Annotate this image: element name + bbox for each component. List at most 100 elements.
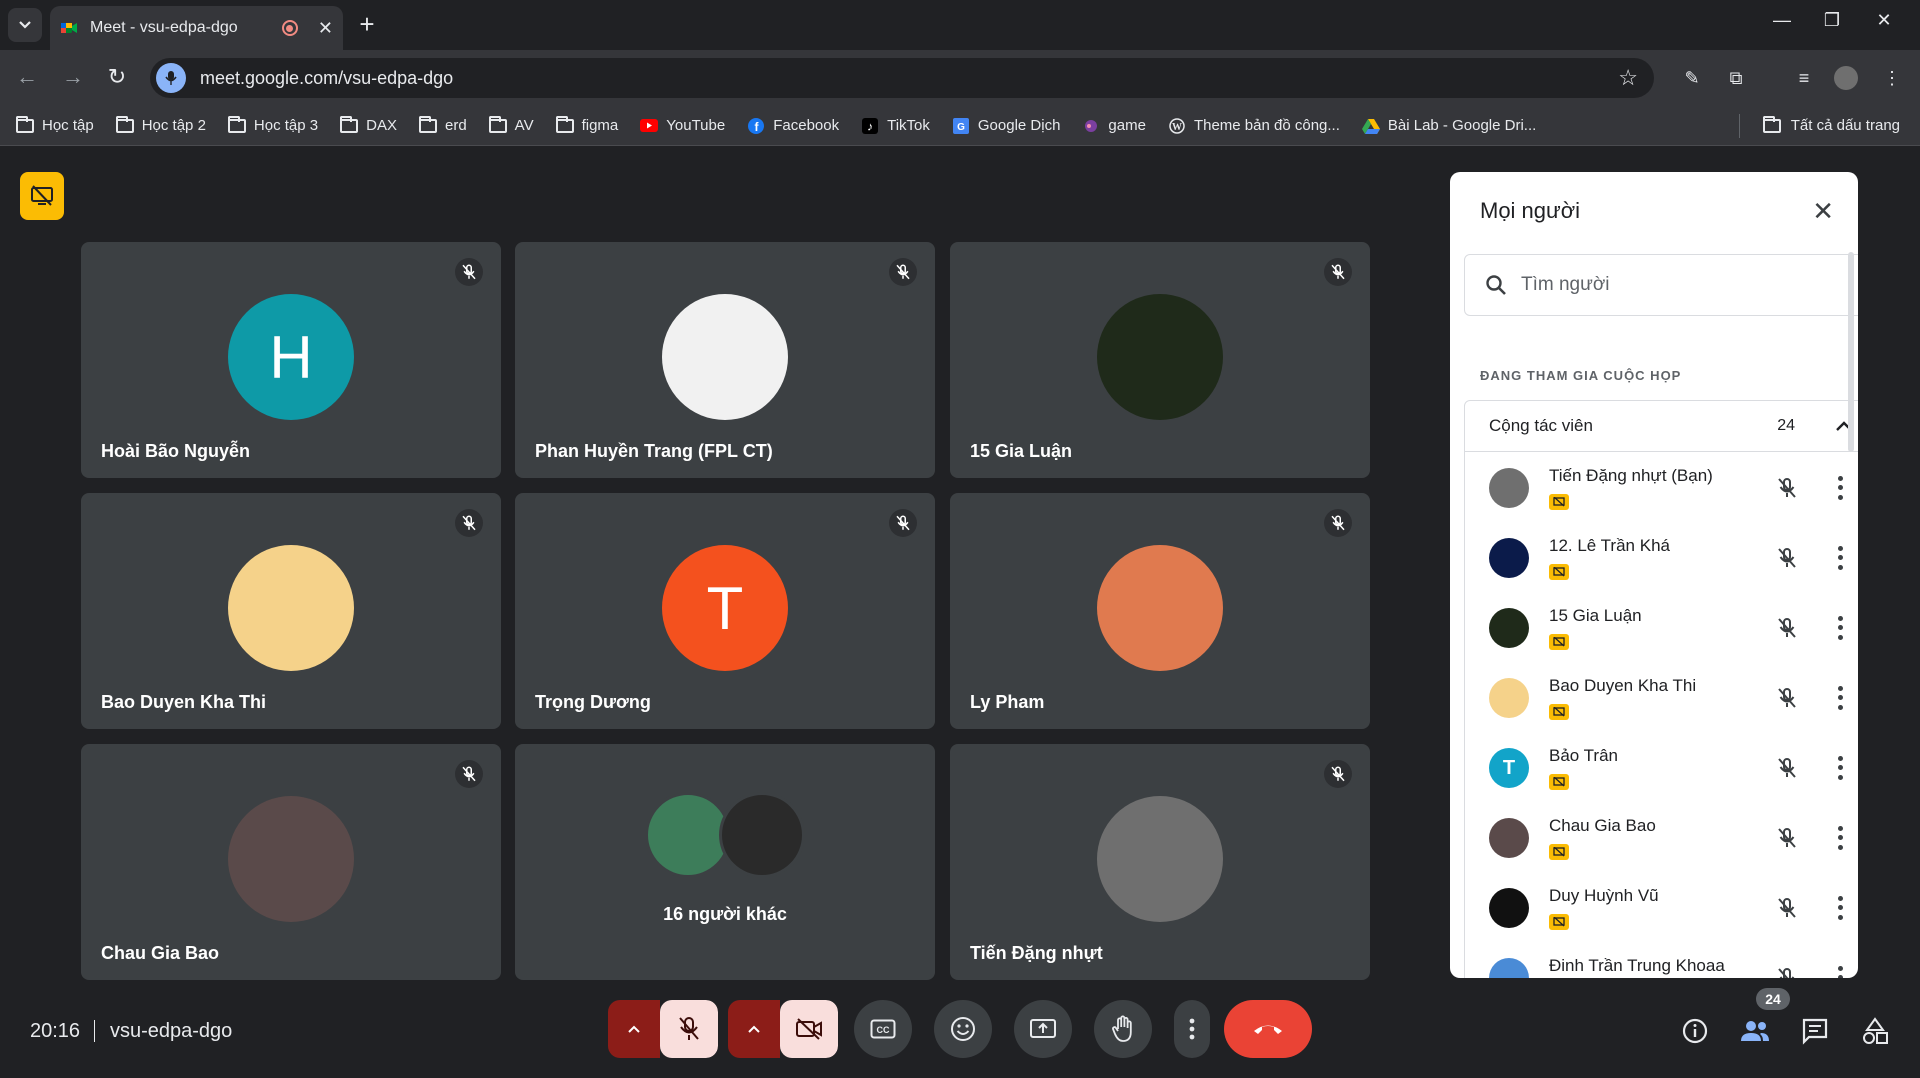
people-icon[interactable] bbox=[1738, 1014, 1772, 1048]
participant-tile[interactable]: Tiến Đặng nhựt bbox=[950, 744, 1370, 980]
more-vert-icon[interactable] bbox=[1835, 824, 1845, 852]
bookmark-item[interactable]: YouTube bbox=[640, 117, 725, 134]
back-icon[interactable]: ← bbox=[12, 64, 42, 90]
participant-list-item[interactable]: T Bảo Trân bbox=[1465, 732, 1858, 802]
tab-strip: Meet - vsu-edpa-dgo ✕ + — ❐ ✕ bbox=[0, 0, 1920, 50]
participant-tile[interactable]: Bao Duyen Kha Thi bbox=[81, 493, 501, 729]
participant-list-item[interactable]: 12. Lê Trần Khá bbox=[1465, 522, 1858, 592]
present-screen-button[interactable] bbox=[1014, 1000, 1072, 1058]
extensions-puzzle-icon[interactable]: ⧉ bbox=[1724, 66, 1748, 90]
bookmark-item[interactable]: G Google Dịch bbox=[952, 117, 1060, 134]
camera-toggle-button[interactable] bbox=[780, 1000, 838, 1058]
mic-off-icon[interactable] bbox=[1773, 754, 1801, 782]
more-vert-icon[interactable] bbox=[1835, 544, 1845, 572]
google-meet-favicon-icon bbox=[61, 23, 77, 33]
more-options-button[interactable] bbox=[1174, 1000, 1210, 1058]
avatar-initial: T bbox=[1502, 756, 1516, 779]
more-vert-icon[interactable] bbox=[1835, 964, 1845, 978]
more-vert-icon[interactable] bbox=[1835, 614, 1845, 642]
leave-call-button[interactable] bbox=[1224, 1000, 1312, 1058]
mic-toggle-button[interactable] bbox=[660, 1000, 718, 1058]
profile-avatar-icon[interactable] bbox=[1834, 66, 1858, 90]
other-participants-tile[interactable]: 16 người khác bbox=[515, 744, 935, 980]
participant-tile[interactable]: Chau Gia Bao bbox=[81, 744, 501, 980]
pen-extension-icon[interactable]: ✎ bbox=[1680, 66, 1704, 90]
captions-button[interactable]: CC bbox=[854, 1000, 912, 1058]
bookmark-item[interactable]: Học tập 3 bbox=[227, 115, 318, 134]
bookmark-item[interactable]: erd bbox=[418, 115, 467, 134]
more-vert-icon[interactable] bbox=[1835, 754, 1845, 782]
minimize-icon[interactable]: — bbox=[1762, 10, 1802, 31]
all-bookmarks-button[interactable]: Tất cả dấu trang bbox=[1762, 115, 1900, 134]
mic-off-icon[interactable] bbox=[1773, 614, 1801, 642]
bookmark-item[interactable]: ♪ TikTok bbox=[861, 117, 930, 134]
bookmark-item[interactable]: W Theme bản đồ công... bbox=[1168, 117, 1340, 134]
mic-off-icon[interactable] bbox=[1773, 894, 1801, 922]
participant-name: 15 Gia Luận bbox=[1549, 606, 1642, 625]
participant-tile[interactable]: T Trọng Dương bbox=[515, 493, 935, 729]
participant-tile[interactable]: H Hoài Bão Nguyễn bbox=[81, 242, 501, 478]
panel-close-icon[interactable]: ✕ bbox=[1812, 196, 1834, 227]
bookmark-item[interactable]: Học tập bbox=[16, 115, 94, 134]
chevron-up-icon bbox=[748, 1025, 760, 1033]
active-tab[interactable]: Meet - vsu-edpa-dgo ✕ bbox=[50, 6, 343, 50]
bookmark-item[interactable]: AV bbox=[488, 115, 534, 134]
more-vert-icon[interactable] bbox=[1835, 894, 1845, 922]
address-bar[interactable]: meet.google.com/vsu-edpa-dgo ☆ bbox=[150, 58, 1654, 98]
participant-list-item[interactable]: Bao Duyen Kha Thi bbox=[1465, 662, 1858, 732]
mic-off-icon[interactable] bbox=[1773, 474, 1801, 502]
folder-icon bbox=[115, 115, 134, 134]
bookmark-item[interactable]: f Facebook bbox=[747, 117, 839, 134]
participant-tile[interactable]: 15 Gia Luận bbox=[950, 242, 1370, 478]
bookmark-item[interactable]: Bài Lab - Google Dri... bbox=[1361, 117, 1536, 134]
mic-off-icon[interactable] bbox=[1773, 964, 1801, 978]
meeting-clock: 20:16 bbox=[30, 1020, 81, 1042]
mic-off-icon[interactable] bbox=[1773, 684, 1801, 712]
participant-list-item[interactable]: Chau Gia Bao bbox=[1465, 802, 1858, 872]
bookmark-star-icon[interactable]: ☆ bbox=[1618, 65, 1638, 91]
activities-icon[interactable] bbox=[1858, 1014, 1892, 1048]
bookmark-item[interactable]: figma bbox=[555, 115, 618, 134]
avatar bbox=[1489, 538, 1529, 578]
mic-off-icon[interactable] bbox=[1773, 824, 1801, 852]
participant-tile[interactable]: Ly Pham bbox=[950, 493, 1370, 729]
window-close-icon[interactable]: ✕ bbox=[1864, 10, 1904, 31]
camera-off-icon bbox=[796, 1018, 822, 1040]
media-control-icon[interactable]: ≡ bbox=[1792, 66, 1816, 90]
reload-icon[interactable]: ↻ bbox=[102, 64, 132, 90]
restore-icon[interactable]: ❐ bbox=[1812, 10, 1852, 31]
host-controls-badge[interactable] bbox=[20, 172, 64, 220]
participant-tile[interactable]: Phan Huyền Trang (FPL CT) bbox=[515, 242, 935, 478]
bookmark-item[interactable]: game bbox=[1082, 117, 1146, 134]
bookmark-label: DAX bbox=[366, 117, 397, 134]
participant-list-item[interactable]: Đinh Trần Trung Khoaa bbox=[1465, 942, 1858, 978]
participant-list-item[interactable]: Duy Huỳnh Vũ bbox=[1465, 872, 1858, 942]
tab-search-button[interactable] bbox=[8, 8, 42, 42]
panel-scrollbar[interactable] bbox=[1848, 252, 1854, 452]
meeting-details-info-icon[interactable] bbox=[1678, 1014, 1712, 1048]
microphone-icon[interactable] bbox=[156, 63, 186, 93]
new-tab-button[interactable]: + bbox=[352, 10, 382, 40]
chat-icon[interactable] bbox=[1798, 1014, 1832, 1048]
bookmark-item[interactable]: DAX bbox=[340, 115, 397, 134]
audio-options-button[interactable] bbox=[608, 1000, 660, 1058]
mic-off-icon[interactable] bbox=[1773, 544, 1801, 572]
participant-list-item[interactable]: 15 Gia Luận bbox=[1465, 592, 1858, 662]
tab-close-icon[interactable]: ✕ bbox=[318, 18, 333, 39]
bookmark-label: AV bbox=[514, 117, 534, 134]
bookmark-label: Học tập 2 bbox=[141, 117, 206, 134]
reactions-button[interactable] bbox=[934, 1000, 992, 1058]
browser-menu-icon[interactable]: ⋮ bbox=[1880, 66, 1904, 90]
grouped-avatars bbox=[645, 792, 805, 878]
video-options-button[interactable] bbox=[728, 1000, 780, 1058]
forward-icon[interactable]: → bbox=[58, 64, 88, 90]
people-search-input[interactable]: Tìm người bbox=[1464, 254, 1858, 316]
collaborators-group-header[interactable]: Cộng tác viên 24 bbox=[1464, 400, 1858, 452]
more-vert-icon[interactable] bbox=[1835, 684, 1845, 712]
more-vert-icon[interactable] bbox=[1835, 474, 1845, 502]
avatar: H bbox=[228, 294, 354, 420]
participant-list-item[interactable]: Tiến Đặng nhựt (Bạn) bbox=[1465, 452, 1858, 522]
raise-hand-button[interactable] bbox=[1094, 1000, 1152, 1058]
bookmark-item[interactable]: Học tập 2 bbox=[115, 115, 206, 134]
bookmark-label: Theme bản đồ công... bbox=[1193, 117, 1340, 134]
